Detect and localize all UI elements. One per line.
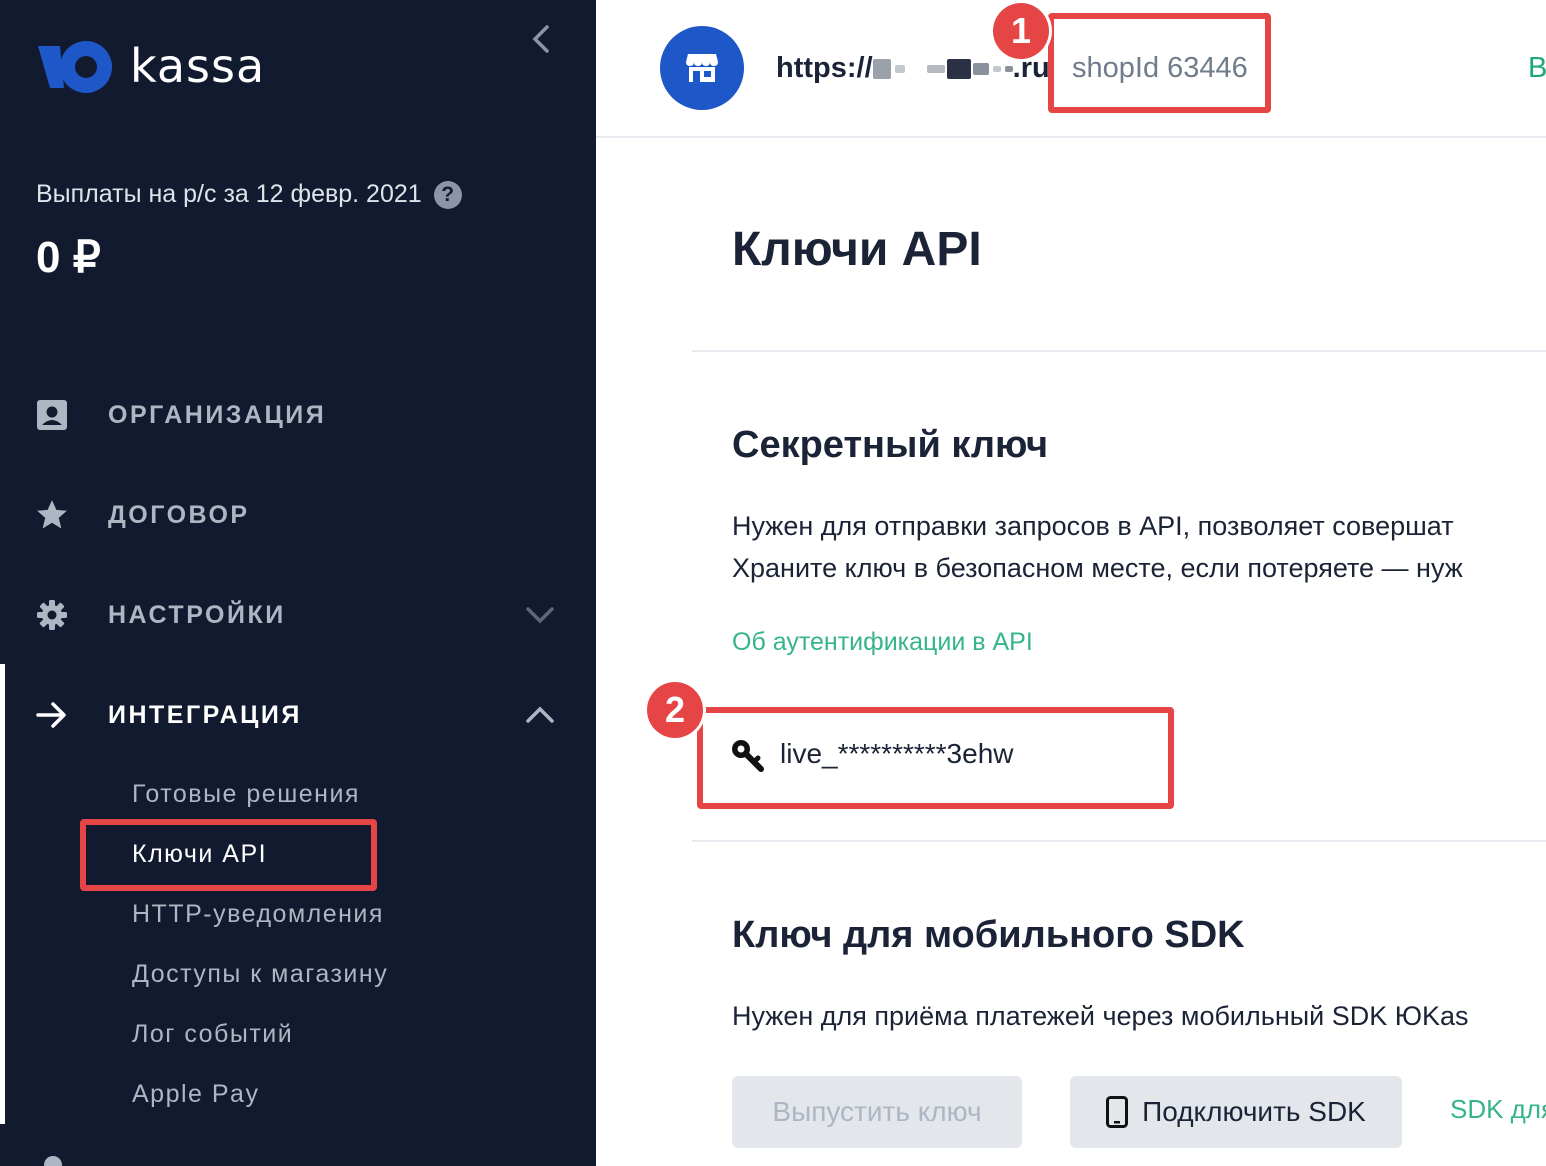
nav-item-contract[interactable]: ДОГОВОР (0, 480, 596, 550)
divider (692, 840, 1546, 842)
subnav-http-notifications[interactable]: HTTP-уведомления (132, 900, 384, 929)
sdk-key-title: Ключ для мобильного SDK (732, 914, 1245, 956)
nav-item-organization[interactable]: ОРГАНИЗАЦИЯ (0, 380, 596, 450)
nav-item-integration[interactable]: ИНТЕГРАЦИЯ (0, 680, 596, 750)
phone-icon (1106, 1096, 1129, 1128)
chevron-down-icon[interactable] (522, 597, 558, 633)
logo[interactable]: kassa (36, 36, 265, 96)
divider (692, 350, 1546, 352)
redacted-block (894, 65, 905, 74)
connect-sdk-label: Подключить SDK (1142, 1096, 1366, 1127)
payout-amount: 0 ₽ (36, 233, 101, 282)
redacted-block (1004, 66, 1013, 73)
payout-label: Выплаты на р/с за 12 февр. 2021 ? (36, 180, 462, 209)
star-icon (34, 497, 70, 533)
shop-url-prefix: https:// (776, 52, 873, 84)
highlight-box-shop-id (1048, 13, 1271, 113)
secret-key-desc-line2: Храните ключ в безопасном месте, если по… (732, 553, 1463, 583)
subnav-ready-solutions[interactable]: Готовые решения (132, 780, 360, 809)
nav-item-settings[interactable]: НАСТРОЙКИ (0, 580, 596, 650)
sidebar: kassa Выплаты на р/с за 12 февр. 2021 ? … (0, 0, 596, 1166)
user-icon[interactable] (44, 1156, 62, 1166)
collapse-sidebar-button[interactable] (524, 22, 558, 56)
highlight-box-api-keys-nav (80, 819, 377, 891)
yoomoney-logo-icon (38, 41, 112, 93)
store-icon (686, 54, 718, 82)
shop-avatar[interactable] (660, 26, 744, 110)
nav-label-integration: ИНТЕГРАЦИЯ (108, 700, 302, 729)
shop-url[interactable]: https://.ru (776, 52, 1050, 85)
nav-label-contract: ДОГОВОР (108, 500, 250, 529)
issue-key-button[interactable]: Выпустить ключ (732, 1076, 1022, 1148)
redacted-block (972, 63, 989, 76)
subnav-event-log[interactable]: Лог событий (132, 1020, 293, 1049)
gear-icon (34, 597, 70, 633)
secret-key-title: Секретный ключ (732, 424, 1049, 466)
redacted-block (926, 65, 945, 74)
logo-text: kassa (130, 39, 266, 93)
sdk-docs-link[interactable]: SDK для (1450, 1094, 1546, 1125)
redacted-block (872, 59, 891, 80)
help-icon[interactable]: ? (433, 180, 462, 209)
sdk-key-desc: Нужен для приёма платежей через мобильны… (732, 1001, 1469, 1031)
highlight-box-secret-key (697, 707, 1174, 809)
main-content: https://.ru shopId 63446 В Ключи API Сек… (596, 0, 1546, 1166)
arrow-right-icon (34, 697, 70, 733)
page-title: Ключи API (732, 223, 982, 276)
nav-label-settings: НАСТРОЙКИ (108, 600, 286, 629)
redacted-block (992, 66, 1001, 73)
subnav-shop-access[interactable]: Доступы к магазину (132, 960, 388, 989)
payout-label-text: Выплаты на р/с за 12 февр. 2021 (36, 180, 422, 208)
redacted-block (946, 59, 971, 80)
chevron-up-icon[interactable] (522, 697, 558, 733)
annotation-badge-1: 1 (993, 3, 1049, 59)
nav-label-organization: ОРГАНИЗАЦИЯ (108, 400, 327, 429)
api-auth-link[interactable]: Об аутентификации в API (732, 628, 1033, 657)
secret-key-desc-line1: Нужен для отправки запросов в API, позво… (732, 511, 1454, 541)
annotation-badge-2: 2 (647, 682, 703, 738)
top-right-link[interactable]: В (1528, 52, 1546, 85)
chevron-left-icon (532, 25, 549, 53)
subnav-apple-pay[interactable]: Apple Pay (132, 1080, 259, 1109)
id-card-icon (34, 397, 70, 433)
connect-sdk-button[interactable]: Подключить SDK (1070, 1076, 1402, 1148)
